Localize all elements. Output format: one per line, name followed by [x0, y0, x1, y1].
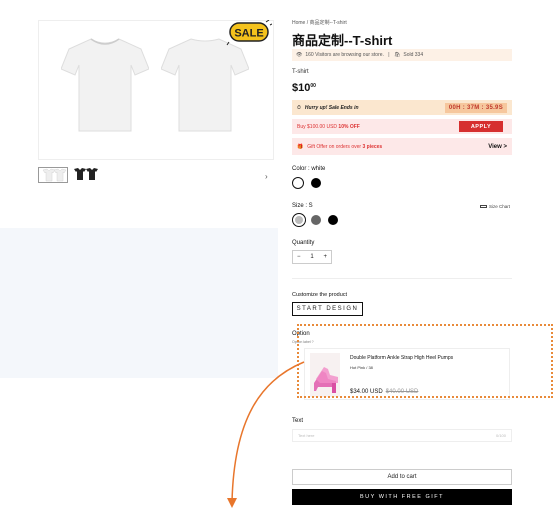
qty-value[interactable]: 1	[310, 254, 313, 260]
option-sublabel: Option label ?	[292, 340, 314, 344]
option-product-card[interactable]: Double Platform Ankle Strap High Heel Pu…	[304, 348, 510, 400]
sale-countdown: ⏱ Hurry up! Sale Ends in 00H : 37M : 35.…	[292, 100, 512, 115]
size-label: Size : S	[292, 203, 313, 209]
stopwatch-icon: ⏱	[297, 104, 301, 111]
quantity-label: Quantity	[292, 240, 315, 246]
view-gift-link[interactable]: View >	[488, 144, 507, 150]
countdown-timer: 00H : 37M : 35.9S	[444, 102, 507, 113]
buy-with-free-gift-button[interactable]: BUY WITH FREE GIFT	[292, 489, 512, 505]
customize-label: Customize the product	[292, 292, 348, 298]
text-input[interactable]: Text here 0/100	[292, 429, 512, 442]
gift-icon: 🎁	[297, 143, 304, 150]
size-chart-link[interactable]: Size Chart	[480, 204, 510, 209]
visitors-banner: 👁 160 Visitors are browsing our store. |…	[292, 49, 512, 61]
option-product-name: Double Platform Ankle Strap High Heel Pu…	[350, 355, 454, 361]
tshirt-back-image	[161, 38, 249, 132]
gift-quantity: 3 pieces	[362, 143, 383, 150]
promo-text: Buy $100.00 USD	[297, 123, 338, 130]
qty-plus-button[interactable]: +	[323, 254, 327, 260]
background-band	[0, 228, 278, 378]
text-placeholder: Text here	[298, 433, 315, 438]
text-label: Text	[292, 418, 304, 424]
color-swatch-black[interactable]	[311, 178, 321, 188]
gift-text: Gift Offer on orders over	[307, 143, 362, 150]
size-swatch-s[interactable]	[292, 213, 306, 227]
svg-text:SALE: SALE	[234, 28, 263, 40]
thumbnail-black[interactable]	[72, 167, 102, 183]
gallery-next-icon[interactable]: ›	[265, 172, 268, 181]
thumbnail-front[interactable]	[38, 167, 68, 183]
color-label: Color : white	[292, 166, 326, 172]
visitors-text: 160 Visitors are browsing our store.	[305, 52, 384, 58]
gift-offer-bar[interactable]: 🎁 Gift Offer on orders over 3 pieces Vie…	[292, 138, 512, 155]
size-swatch-m[interactable]	[311, 215, 321, 225]
start-design-button[interactable]: START DESIGN	[292, 302, 363, 316]
text-counter: 0/100	[495, 433, 506, 438]
sold-count: Sold 334	[403, 52, 424, 58]
color-swatch-white[interactable]	[292, 177, 304, 189]
breadcrumb[interactable]: Home / 商品定制--T-shirt	[292, 19, 512, 26]
variant-title: T-shirt	[292, 69, 309, 75]
divider: |	[386, 52, 391, 58]
ruler-icon	[480, 205, 487, 208]
add-to-cart-button[interactable]: Add to cart	[292, 469, 512, 485]
apply-button[interactable]: APPLY	[459, 121, 503, 132]
promo-discount: 10% OFF	[338, 123, 360, 130]
bag-icon: 🛍	[394, 52, 401, 58]
size-swatch-l[interactable]	[328, 215, 338, 225]
page-title: 商品定制--T-shirt	[292, 33, 393, 48]
hurry-label: Hurry up! Sale Ends in	[304, 104, 359, 111]
sale-badge: SALE	[226, 20, 272, 46]
pink-heels-image	[310, 353, 340, 397]
option-product-variant: Hot Pink / 38	[350, 365, 373, 370]
option-product-old-price: $40.00 USD	[385, 389, 419, 395]
promo-bar: Buy $100.00 USD 10% OFF APPLY	[292, 119, 512, 134]
eye-icon: 👁	[296, 52, 303, 58]
qty-minus-button[interactable]: −	[297, 254, 301, 260]
tshirt-front-image	[61, 38, 149, 132]
price: $1000	[292, 82, 316, 94]
section-divider	[292, 278, 512, 279]
option-label: Option	[292, 331, 310, 337]
option-product-price: $34.00 USD $40.00 USD	[350, 389, 419, 395]
quantity-stepper[interactable]: − 1 +	[292, 250, 332, 264]
